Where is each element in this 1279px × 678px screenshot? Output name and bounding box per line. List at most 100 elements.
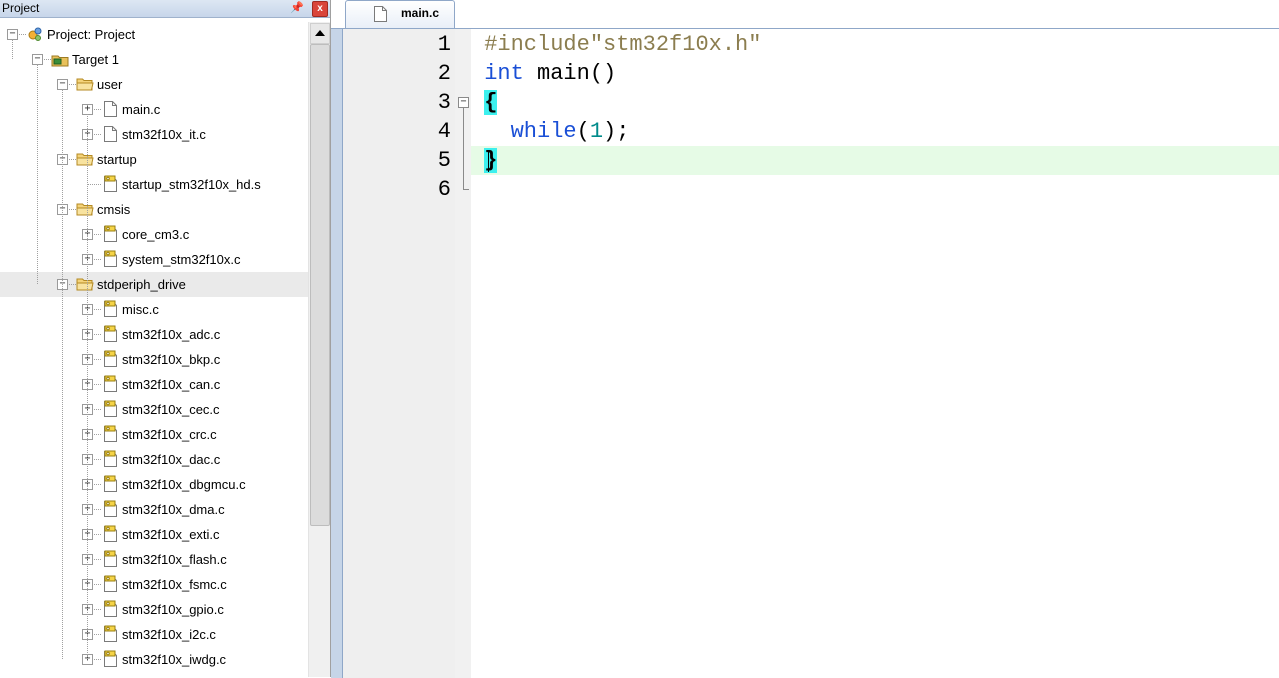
tree-item[interactable]: + stm32f10x_i2c.c <box>0 622 308 647</box>
tree-item[interactable]: + stm32f10x_can.c <box>0 372 308 397</box>
tree-item[interactable]: + stm32f10x_crc.c <box>0 422 308 447</box>
project-panel-header: Project 📌 x <box>0 0 330 18</box>
tree-guide-line <box>37 64 38 284</box>
close-icon[interactable]: x <box>312 1 328 17</box>
tree-item[interactable]: + misc.c <box>0 297 308 322</box>
tree-item[interactable]: + stm32f10x_fsmc.c <box>0 572 308 597</box>
code-editor[interactable]: 1 2 3 4 5 6 − #include"stm32f10x.h" int main(… <box>331 28 1279 678</box>
scroll-thumb[interactable] <box>310 44 330 526</box>
key-file-icon <box>101 600 119 618</box>
tree-item-label: Project: Project <box>47 27 136 42</box>
tree-item[interactable]: + stm32f10x_it.c <box>0 122 308 147</box>
tree-item[interactable]: + stm32f10x_dbgmcu.c <box>0 472 308 497</box>
code-token: ); <box>603 119 630 144</box>
tree-item[interactable]: − user <box>0 72 308 97</box>
tree-item[interactable]: − Target 1 <box>0 47 308 72</box>
tree-item-label: cmsis <box>97 202 131 217</box>
key-file-icon <box>101 650 119 668</box>
tree-item[interactable]: − Project: Project <box>0 22 308 47</box>
tab-label: main.c <box>401 6 440 20</box>
editor-tab-strip: main.c <box>331 0 1279 28</box>
line-number: 1 <box>437 32 451 57</box>
fold-line <box>463 108 464 189</box>
code-token: #include"stm32f10x.h" <box>484 32 762 57</box>
tree-item[interactable]: + core_cm3.c <box>0 222 308 247</box>
tree-item-label: stm32f10x_flash.c <box>122 552 227 567</box>
tree-item-label: Target 1 <box>72 52 119 67</box>
key-file-icon <box>101 525 119 543</box>
code-token: 1 <box>589 119 604 144</box>
pin-icon[interactable]: 📌 <box>290 0 304 17</box>
key-file-icon <box>101 325 119 343</box>
tree-item[interactable]: + stm32f10x_bkp.c <box>0 347 308 372</box>
tree-item-label: misc.c <box>122 302 159 317</box>
tree-item[interactable]: + stm32f10x_iwdg.c <box>0 647 308 672</box>
code-area[interactable]: #include"stm32f10x.h" int main() { while… <box>471 29 1279 678</box>
tree-item-label: stm32f10x_exti.c <box>122 527 220 542</box>
editor-left-border <box>331 29 343 678</box>
folder-icon <box>76 275 94 293</box>
tree-item-label: system_stm32f10x.c <box>122 252 241 267</box>
tree-item-label: startup <box>97 152 137 167</box>
code-line[interactable]: } <box>471 146 1279 175</box>
tree-item-label: stm32f10x_it.c <box>122 127 206 142</box>
tree-scrollbar[interactable] <box>308 22 330 677</box>
line-number-gutter: 1 2 3 4 5 6 <box>343 29 455 678</box>
fold-toggle-icon[interactable]: − <box>458 97 469 108</box>
tree-item-label: startup_stm32f10x_hd.s <box>122 177 261 192</box>
key-file-icon <box>101 175 119 193</box>
tree-item-label: stm32f10x_fsmc.c <box>122 577 227 592</box>
code-token: ( <box>576 119 590 144</box>
tree-item[interactable]: + stm32f10x_adc.c <box>0 322 308 347</box>
matched-brace: { <box>484 90 498 115</box>
fold-end-marker <box>463 189 469 190</box>
tree-item[interactable]: − stdperiph_drive <box>0 272 308 297</box>
tree-item[interactable]: + stm32f10x_cec.c <box>0 397 308 422</box>
tree-item[interactable]: + stm32f10x_dma.c <box>0 497 308 522</box>
key-file-icon <box>101 225 119 243</box>
tree-connector <box>87 184 101 185</box>
tree-item[interactable]: + main.c <box>0 97 308 122</box>
tree-item[interactable]: + stm32f10x_gpio.c <box>0 597 308 622</box>
fold-margin[interactable]: − <box>455 29 471 678</box>
tree-item-label: stm32f10x_adc.c <box>122 327 221 342</box>
code-line[interactable]: { <box>471 88 1279 117</box>
project-panel-title: Project <box>2 1 40 15</box>
key-file-icon <box>101 400 119 418</box>
tree-item-label: user <box>97 77 123 92</box>
folder-icon <box>76 200 94 218</box>
key-file-icon <box>101 300 119 318</box>
project-tree: − Project: Project − Target 1− user + main.c + s… <box>0 22 308 677</box>
tree-item-label: stm32f10x_iwdg.c <box>122 652 227 667</box>
line-number: 4 <box>437 119 451 144</box>
text-caret <box>488 150 489 172</box>
line-number: 3 <box>437 90 451 115</box>
scroll-up-button[interactable] <box>310 23 330 44</box>
tab-main-c[interactable]: main.c <box>345 0 455 28</box>
tree-item-label: stm32f10x_can.c <box>122 377 221 392</box>
file-icon <box>101 100 119 118</box>
line-number: 5 <box>437 148 451 173</box>
line-number: 2 <box>437 61 451 86</box>
code-line[interactable]: int main() <box>471 59 1279 88</box>
tree-item[interactable]: − startup <box>0 147 308 172</box>
key-file-icon <box>101 475 119 493</box>
file-icon <box>374 6 387 22</box>
tree-item[interactable]: + system_stm32f10x.c <box>0 247 308 272</box>
code-line[interactable] <box>471 175 1279 204</box>
tree-item[interactable]: startup_stm32f10x_hd.s <box>0 172 308 197</box>
tree-item[interactable]: + stm32f10x_flash.c <box>0 547 308 572</box>
file-icon <box>101 125 119 143</box>
code-token: main() <box>523 61 617 86</box>
code-line[interactable]: #include"stm32f10x.h" <box>471 30 1279 59</box>
tree-item[interactable]: − cmsis <box>0 197 308 222</box>
tree-item-label: stm32f10x_dac.c <box>122 452 221 467</box>
tree-item[interactable]: + stm32f10x_dac.c <box>0 447 308 472</box>
tree-item-label: stm32f10x_dbgmcu.c <box>122 477 246 492</box>
code-line[interactable]: while(1); <box>471 117 1279 146</box>
tree-item[interactable]: + stm32f10x_exti.c <box>0 522 308 547</box>
